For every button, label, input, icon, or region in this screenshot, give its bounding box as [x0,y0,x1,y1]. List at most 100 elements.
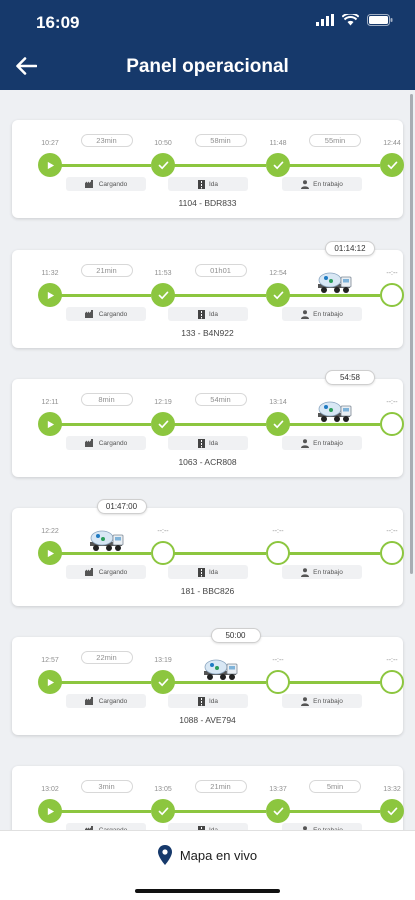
stage-chip-label: Ida [208,439,219,447]
stage-node-complete [266,799,290,823]
stage-time: 13:14 [269,399,287,406]
stage-time: 13:19 [154,657,172,664]
stage-chip-label: Cargando [98,310,128,318]
stage-time: --:-- [157,528,169,535]
app-bar: Panel operacional [0,42,415,90]
road-icon [197,179,205,189]
stage-chip-label: Ida [208,697,219,705]
stage-chip: Cargando [66,177,146,191]
stage-chip-label: Ida [208,310,219,318]
duration-pill: 22min [80,651,133,664]
stage-time: 12:19 [154,399,172,406]
stage-time: --:-- [386,528,398,535]
signal-icon [316,14,334,26]
play-icon [47,678,54,686]
stage-time: 13:02 [41,786,59,793]
stage-node-pending [380,670,404,694]
stage-time: 12:44 [383,140,401,147]
stage-chip: En trabajo [282,823,362,830]
operations-list[interactable]: 10:27 10:50 11:48 12:44 23min Cargando 58min Id… [0,90,415,830]
stage-chip-label: En trabajo [313,697,343,705]
mixer-truck-icon [318,272,352,294]
battery-icon [367,14,393,26]
stage-node-complete [151,283,175,307]
stage-node-complete [38,799,62,823]
stage-node-complete [38,670,62,694]
stage-chip-label: En trabajo [313,439,343,447]
stage-chip-label: En trabajo [313,180,343,188]
stage-chip: Ida [168,823,248,830]
stage-time: --:-- [272,528,284,535]
worker-icon [301,179,310,189]
progress-segment [50,681,151,684]
stage-node-complete [38,412,62,436]
status-bar: 16:09 [0,0,415,42]
stage-time: 13:32 [383,786,401,793]
duration-pill: 01h01 [194,264,247,277]
elapsed-timer: 54:58 [325,370,375,385]
worker-icon [301,438,310,448]
stage-time: --:-- [386,399,398,406]
operation-card[interactable]: 11:32 11:53 12:54 --:-- 21min Cargando 01h01 Id… [12,241,404,348]
check-icon [158,678,168,686]
stage-node-pending [380,412,404,436]
stage-chip: Ida [168,436,248,450]
road-icon [197,696,205,706]
road-icon [197,438,205,448]
status-icons [316,14,393,26]
stage-chip-label: Cargando [98,568,128,576]
stage-time: 12:57 [41,657,59,664]
stage-chip-label: Ida [208,180,219,188]
operation-card[interactable]: 10:27 10:50 11:48 12:44 23min Cargando 58min Id… [12,120,404,218]
progress-segment [278,294,380,297]
stage-chip: En trabajo [282,565,362,579]
stage-time: 11:48 [269,140,287,147]
check-icon [387,161,397,169]
stage-chip: Ida [168,694,248,708]
stage-node-complete [380,799,404,823]
mixer-truck-icon [89,530,124,552]
worker-icon [301,567,310,577]
operation-card[interactable]: 12:11 12:19 13:14 --:-- 8min Cargando 54min Ida… [12,370,404,477]
elapsed-timer: 01:47:00 [96,499,147,514]
stage-node-complete [151,799,175,823]
stage-chip: En trabajo [282,177,362,191]
stage-node-complete [151,412,175,436]
stage-chip: En trabajo [282,694,362,708]
scrollbar[interactable] [410,94,413,574]
stage-node-complete [151,153,175,177]
vehicle-label: 133 - B4N922 [181,328,234,338]
stage-node-complete [266,412,290,436]
stage-chip: Ida [168,565,248,579]
plant-icon [84,439,93,447]
check-icon [273,420,283,428]
operation-card[interactable]: 12:22 --:-- --:-- --:-- Cargando Ida En trabaj… [12,499,404,606]
progress-segment [163,552,266,555]
progress-segment [163,681,266,684]
progress-segment [50,810,151,813]
operation-card[interactable]: 12:57 13:19 --:-- --:-- 22min Cargando Ida En t… [12,628,404,735]
stage-time: --:-- [386,270,398,277]
live-map-button[interactable]: Mapa en vivo [0,845,415,865]
stage-chip: Cargando [66,823,146,830]
progress-segment [50,552,151,555]
check-icon [273,807,283,815]
bottom-bar: Mapa en vivo [0,830,415,900]
vehicle-label: 181 - BBC826 [180,586,235,596]
stage-node-complete [38,541,62,565]
stage-node-complete [266,153,290,177]
mixer-truck-icon [203,659,238,681]
stage-time: 12:54 [269,270,287,277]
stage-node-pending [380,541,404,565]
stage-chip: Cargando [66,565,146,579]
road-icon [197,567,205,577]
operation-card[interactable]: 13:02 13:05 13:37 13:32 3min Cargando 21min Ida… [12,766,404,830]
wifi-icon [342,14,359,26]
duration-pill: 5min [309,780,361,793]
progress-segment [278,810,380,813]
stage-node-complete [380,153,404,177]
check-icon [158,161,168,169]
duration-pill: 21min [194,780,247,793]
stage-chip: En trabajo [282,436,362,450]
stage-node-pending [151,541,175,565]
